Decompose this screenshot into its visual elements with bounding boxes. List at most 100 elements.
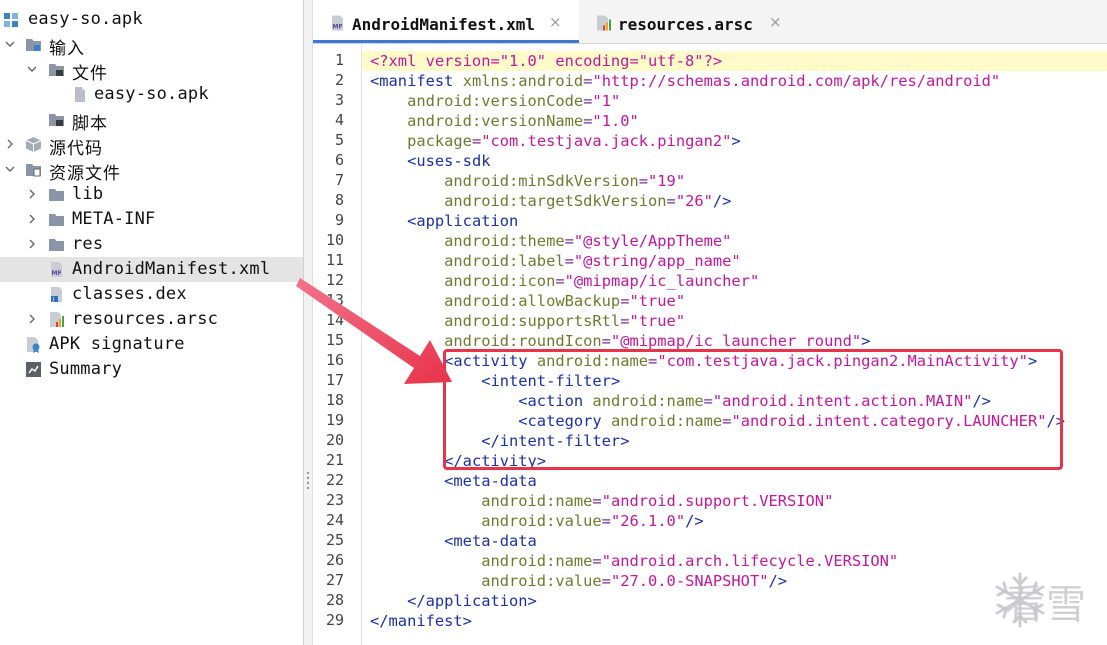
tree-item-summary[interactable]: Summary — [0, 357, 303, 382]
line-number: 14 — [325, 311, 344, 329]
tree-item-resources-arsc[interactable]: resources.arsc — [0, 307, 303, 332]
code-line[interactable]: android:name="android.support.VERSION" — [370, 491, 833, 511]
tree-item-label: 文件 — [72, 64, 108, 84]
tree-item-label: AndroidManifest.xml — [72, 259, 271, 279]
tree-item-label: lib — [72, 184, 104, 204]
code-line[interactable]: android:value="26.1.0"/> — [370, 511, 703, 531]
tree-item-label: 资源文件 — [49, 164, 121, 184]
code-line[interactable]: <?xml version="1.0" encoding="utf-8"?> — [370, 51, 722, 71]
close-icon[interactable]: × — [549, 13, 562, 31]
tree-item-files[interactable]: 文件 — [0, 57, 303, 84]
code-line[interactable]: android:theme="@style/AppTheme" — [370, 231, 731, 251]
tree-item-source-code[interactable]: 源代码 — [0, 132, 303, 159]
code-line[interactable]: android:roundIcon="@mipmap/ic_launcher_r… — [370, 331, 870, 351]
code-line[interactable]: android:label="@string/app_name" — [370, 251, 741, 271]
line-number: 16 — [325, 351, 344, 369]
tree-item-scripts[interactable]: 脚本 — [0, 107, 303, 134]
line-number: 4 — [334, 111, 344, 129]
folder-icon — [49, 189, 64, 201]
tab-android-manifest[interactable]: MF AndroidManifest.xml × — [313, 0, 579, 43]
code-line[interactable]: <meta-data — [370, 471, 537, 491]
arsc-file-icon — [50, 312, 64, 327]
certificate-icon — [27, 337, 40, 353]
tree-item-apk-signature[interactable]: APK signature — [0, 332, 303, 357]
line-number: 1 — [334, 51, 344, 69]
code-line[interactable]: android:targetSdkVersion="26"/> — [370, 191, 731, 211]
manifest-file-icon: MF — [51, 262, 62, 277]
line-number: 27 — [325, 571, 344, 589]
code-line[interactable]: android:allowBackup="true" — [370, 291, 685, 311]
panel-splitter[interactable] — [304, 0, 313, 645]
tree-item-input[interactable]: 输入 — [0, 32, 303, 59]
chevron-down-icon[interactable] — [4, 163, 16, 175]
tab-label: AndroidManifest.xml — [352, 15, 536, 34]
java-file-icon: J — [51, 287, 62, 303]
tree-item-label: 脚本 — [72, 114, 108, 134]
code-line[interactable]: <manifest xmlns:android="http://schemas.… — [370, 71, 1000, 91]
code-editor[interactable]: <?xml version="1.0" encoding="utf-8"?> <m… — [362, 44, 1107, 645]
folder-icon — [49, 64, 64, 76]
project-tree: easy-so.apk 输入 文件 easy-so.apk 脚本 源代码 资源文… — [0, 0, 304, 645]
code-line[interactable]: android:supportsRtl="true" — [370, 311, 685, 331]
code-line[interactable]: <uses-sdk — [370, 151, 490, 171]
arsc-file-icon — [597, 15, 611, 31]
tree-item-resources[interactable]: 资源文件 — [0, 157, 303, 184]
tree-item-classes-dex[interactable]: J classes.dex — [0, 282, 303, 307]
line-number: 3 — [334, 91, 344, 109]
tree-item-label: 源代码 — [49, 139, 103, 159]
summary-icon — [26, 362, 41, 377]
chevron-right-icon[interactable] — [26, 313, 38, 325]
code-line[interactable]: android:name="android.arch.lifecycle.VER… — [370, 551, 898, 571]
line-number: 12 — [325, 271, 344, 289]
code-line[interactable]: android:minSdkVersion="19" — [370, 171, 685, 191]
tree-item-lib[interactable]: lib — [0, 182, 303, 207]
tree-item-label: easy-so.apk — [94, 84, 209, 104]
code-line[interactable]: android:versionCode="1" — [370, 91, 620, 111]
code-line[interactable]: android:icon="@mipmap/ic_launcher" — [370, 271, 759, 291]
tree-item-apk-root[interactable]: easy-so.apk — [0, 7, 303, 32]
line-number: 19 — [325, 411, 344, 429]
tree-item-label: 输入 — [49, 39, 85, 59]
package-icon — [25, 137, 42, 152]
code-line[interactable]: </manifest> — [370, 611, 472, 631]
tree-item-apk-file[interactable]: easy-so.apk — [0, 82, 303, 107]
watermark-text: 看雪 — [1004, 582, 1088, 628]
code-line[interactable]: <application — [370, 211, 518, 231]
code-line[interactable]: <meta-data — [370, 531, 537, 551]
code-line[interactable]: <action android:name="android.intent.act… — [370, 391, 991, 411]
drag-handle-icon[interactable] — [306, 470, 310, 490]
tree-item-label: classes.dex — [72, 284, 187, 304]
code-line[interactable]: <activity android:name="com.testjava.jac… — [370, 351, 1037, 371]
code-line[interactable]: <intent-filter> — [370, 371, 620, 391]
code-line[interactable]: </intent-filter> — [370, 431, 629, 451]
chevron-right-icon[interactable] — [26, 188, 38, 200]
code-line[interactable]: <category android:name="android.intent.c… — [370, 411, 1065, 431]
line-number: 10 — [325, 231, 344, 249]
line-number-gutter: 1 2 3 4 5 6 7 8 9 10 11 12 13 14 15 16 17 18 19 20 21 22 23 24 2… — [313, 44, 362, 645]
code-line[interactable]: android:versionName="1.0" — [370, 111, 639, 131]
chevron-down-icon[interactable] — [4, 38, 16, 50]
code-line[interactable]: android:value="27.0.0-SNAPSHOT"/> — [370, 571, 787, 591]
tree-item-meta-inf[interactable]: META-INF — [0, 207, 303, 232]
tab-resources-arsc[interactable]: resources.arsc × — [579, 0, 799, 43]
chevron-right-icon[interactable] — [26, 238, 38, 250]
code-line[interactable]: </activity> — [370, 451, 546, 471]
apk-icon — [4, 13, 18, 27]
line-number: 9 — [334, 211, 344, 229]
svg-text:MF: MF — [52, 270, 62, 277]
chevron-down-icon[interactable] — [26, 63, 38, 75]
folder-icon — [49, 214, 64, 226]
close-icon[interactable]: × — [769, 13, 782, 31]
chevron-right-icon[interactable] — [26, 213, 38, 225]
code-line[interactable]: </application> — [370, 591, 537, 611]
code-line[interactable]: package="com.testjava.jack.pingan2"> — [370, 131, 741, 151]
tree-item-android-manifest[interactable]: MF AndroidManifest.xml — [0, 257, 303, 282]
tree-item-label: APK signature — [49, 334, 185, 354]
line-number: 2 — [334, 71, 344, 89]
tree-item-label: res — [72, 234, 104, 254]
line-number: 7 — [334, 171, 344, 189]
chevron-right-icon[interactable] — [4, 138, 16, 150]
manifest-file-icon: MF — [332, 15, 343, 31]
folder-input-icon — [26, 39, 41, 51]
tree-item-res[interactable]: res — [0, 232, 303, 257]
